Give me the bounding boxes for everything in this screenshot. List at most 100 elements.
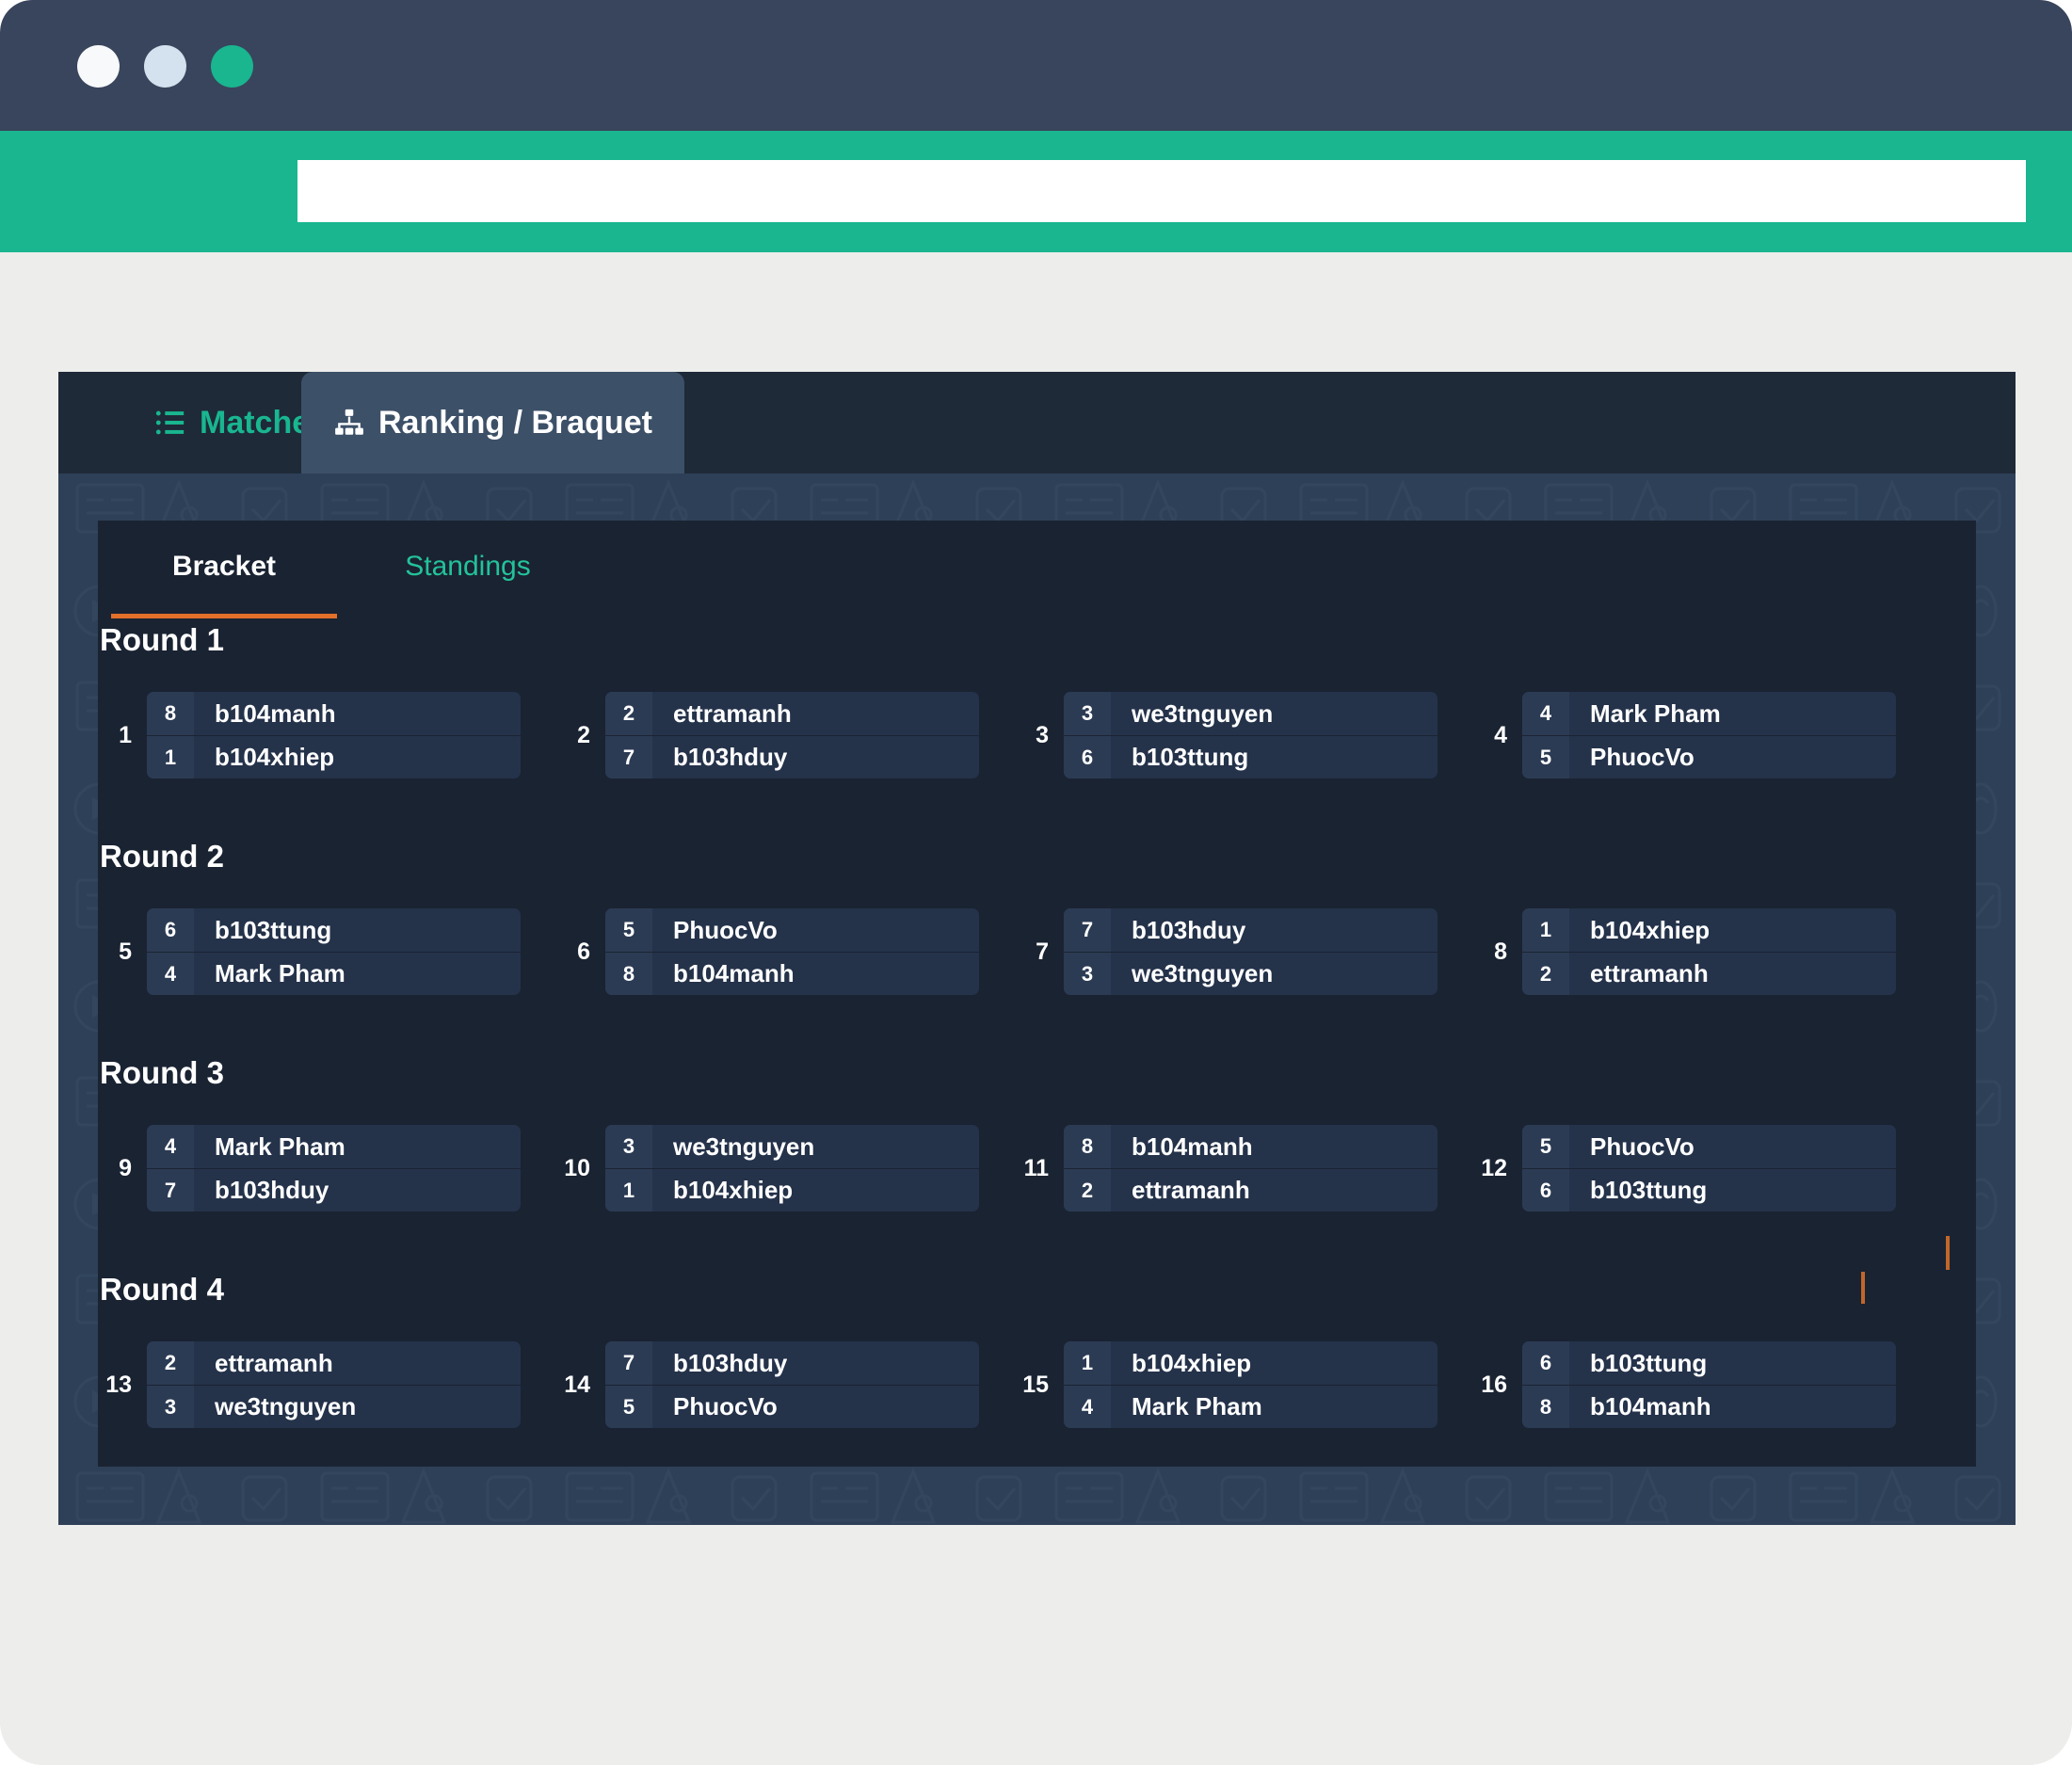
match-slot[interactable]: 8 b104manh bbox=[605, 952, 979, 995]
match-slot[interactable]: 1 b104xhiep bbox=[147, 735, 521, 778]
match-card[interactable]: 4 Mark Pham 5 PhuocVo bbox=[1522, 692, 1896, 778]
match-card[interactable]: 1 b104xhiep 2 ettramanh bbox=[1522, 908, 1896, 995]
connector-stub-lower bbox=[1861, 1272, 1865, 1304]
match-slot[interactable]: 4 Mark Pham bbox=[147, 952, 521, 995]
slot-seed: 5 bbox=[605, 908, 652, 952]
match-slot[interactable]: 8 b104manh bbox=[147, 692, 521, 735]
match[interactable]: 14 7 b103hduy 5 PhuocVo bbox=[556, 1336, 1015, 1434]
match[interactable]: 13 2 ettramanh 3 we3tnguyen bbox=[98, 1336, 556, 1434]
match[interactable]: 1 8 b104manh 1 b104xhiep bbox=[98, 686, 556, 784]
subtab-standings[interactable]: Standings bbox=[350, 521, 586, 613]
tab-ranking-braquet[interactable]: Ranking / Braquet bbox=[301, 372, 684, 473]
match-slot[interactable]: 6 b103ttung bbox=[1064, 735, 1438, 778]
slot-seed: 7 bbox=[605, 736, 652, 778]
match[interactable]: 16 6 b103ttung 8 b104manh bbox=[1473, 1336, 1932, 1434]
match-slot[interactable]: 7 b103hduy bbox=[147, 1168, 521, 1211]
slot-player-name: b103ttung bbox=[1132, 743, 1249, 771]
match-card[interactable]: 5 PhuocVo 8 b104manh bbox=[605, 908, 979, 995]
slot-player-name: b104manh bbox=[1590, 1392, 1711, 1420]
match[interactable]: 5 6 b103ttung 4 Mark Pham bbox=[98, 903, 556, 1001]
slot-seed: 5 bbox=[1522, 1125, 1569, 1168]
match-slot[interactable]: 2 ettramanh bbox=[1064, 1168, 1438, 1211]
match[interactable]: 9 4 Mark Pham 7 b103hduy bbox=[98, 1119, 556, 1217]
rounds-container: Round 1 1 8 b104manh 1 b104xhiep 2 2 ettramanh 7 b… bbox=[98, 622, 1976, 1467]
match-card[interactable]: 8 b104manh 2 ettramanh bbox=[1064, 1125, 1438, 1211]
slot-player-name: PhuocVo bbox=[1590, 1131, 1695, 1161]
match[interactable]: 10 3 we3tnguyen 1 b104xhiep bbox=[556, 1119, 1015, 1217]
match-number: 9 bbox=[119, 1154, 132, 1181]
match-slot[interactable]: 6 b103ttung bbox=[147, 908, 521, 952]
match-slot[interactable]: 1 b104xhiep bbox=[1064, 1341, 1438, 1385]
match-card[interactable]: 5 PhuocVo 6 b103ttung bbox=[1522, 1125, 1896, 1211]
slot-seed: 3 bbox=[605, 1125, 652, 1168]
match-card[interactable]: 7 b103hduy 3 we3tnguyen bbox=[1064, 908, 1438, 995]
match-slot[interactable]: 2 ettramanh bbox=[1522, 952, 1896, 995]
match-slot[interactable]: 2 ettramanh bbox=[147, 1341, 521, 1385]
match[interactable]: 6 5 PhuocVo 8 b104manh bbox=[556, 903, 1015, 1001]
slot-player-name: b103ttung bbox=[1590, 1348, 1708, 1377]
subtab-bracket[interactable]: Bracket bbox=[98, 521, 350, 618]
slot-player-name: b103ttung bbox=[215, 915, 332, 944]
match-slot[interactable]: 7 b103hduy bbox=[605, 735, 979, 778]
match-slot[interactable]: 4 Mark Pham bbox=[1064, 1385, 1438, 1428]
match-slot[interactable]: 7 b103hduy bbox=[1064, 908, 1438, 952]
match[interactable]: 8 1 b104xhiep 2 ettramanh bbox=[1473, 903, 1932, 1001]
slot-seed: 7 bbox=[605, 1341, 652, 1385]
slot-player-name: b104manh bbox=[215, 698, 336, 728]
match-slot[interactable]: 5 PhuocVo bbox=[605, 908, 979, 952]
match-slot[interactable]: 7 b103hduy bbox=[605, 1341, 979, 1385]
match[interactable]: 15 1 b104xhiep 4 Mark Pham bbox=[1015, 1336, 1473, 1434]
match-slot[interactable]: 3 we3tnguyen bbox=[147, 1385, 521, 1428]
slot-seed: 1 bbox=[147, 736, 194, 778]
slot-seed: 2 bbox=[605, 692, 652, 735]
match-slot[interactable]: 5 PhuocVo bbox=[1522, 735, 1896, 778]
match-slot[interactable]: 1 b104xhiep bbox=[1522, 908, 1896, 952]
window-dot-green[interactable] bbox=[211, 45, 253, 88]
slot-player-name: ettramanh bbox=[215, 1348, 333, 1377]
match-slot[interactable]: 3 we3tnguyen bbox=[1064, 952, 1438, 995]
sitemap-icon bbox=[333, 407, 365, 439]
match-card[interactable]: 3 we3tnguyen 6 b103ttung bbox=[1064, 692, 1438, 778]
match-slot[interactable]: 2 ettramanh bbox=[605, 692, 979, 735]
main-tabbar: Matches Ranking / Braquet bbox=[58, 372, 2016, 473]
match-card[interactable]: 6 b103ttung 4 Mark Pham bbox=[147, 908, 521, 995]
slot-seed: 2 bbox=[1064, 1169, 1111, 1211]
slot-player-name: we3tnguyen bbox=[1132, 698, 1274, 728]
slot-player-name: Mark Pham bbox=[1132, 1392, 1262, 1420]
round-matches-row: 9 4 Mark Pham 7 b103hduy 10 3 we3tnguyen 1 b104xh… bbox=[98, 1119, 1976, 1217]
match-slot[interactable]: 8 b104manh bbox=[1522, 1385, 1896, 1428]
slot-seed: 3 bbox=[1064, 953, 1111, 995]
match[interactable]: 2 2 ettramanh 7 b103hduy bbox=[556, 686, 1015, 784]
match-slot[interactable]: 5 PhuocVo bbox=[1522, 1125, 1896, 1168]
match-card[interactable]: 4 Mark Pham 7 b103hduy bbox=[147, 1125, 521, 1211]
match[interactable]: 3 3 we3tnguyen 6 b103ttung bbox=[1015, 686, 1473, 784]
bracket-subtabs: Bracket Standings bbox=[98, 521, 586, 618]
match-slot[interactable]: 4 Mark Pham bbox=[147, 1125, 521, 1168]
match-slot[interactable]: 4 Mark Pham bbox=[1522, 692, 1896, 735]
match-card[interactable]: 3 we3tnguyen 1 b104xhiep bbox=[605, 1125, 979, 1211]
match-card[interactable]: 2 ettramanh 7 b103hduy bbox=[605, 692, 979, 778]
match-slot[interactable]: 5 PhuocVo bbox=[605, 1385, 979, 1428]
slot-seed: 6 bbox=[147, 908, 194, 952]
match-slot[interactable]: 6 b103ttung bbox=[1522, 1168, 1896, 1211]
match-slot[interactable]: 8 b104manh bbox=[1064, 1125, 1438, 1168]
match-slot[interactable]: 1 b104xhiep bbox=[605, 1168, 979, 1211]
address-input[interactable] bbox=[297, 160, 2026, 222]
match-number: 12 bbox=[1481, 1154, 1507, 1181]
match-slot[interactable]: 3 we3tnguyen bbox=[605, 1125, 979, 1168]
match-number: 14 bbox=[564, 1371, 590, 1398]
match-slot[interactable]: 3 we3tnguyen bbox=[1064, 692, 1438, 735]
match[interactable]: 12 5 PhuocVo 6 b103ttung bbox=[1473, 1119, 1932, 1217]
match-card[interactable]: 2 ettramanh 3 we3tnguyen bbox=[147, 1341, 521, 1428]
window-dot-white[interactable] bbox=[77, 45, 120, 88]
slot-seed: 6 bbox=[1522, 1169, 1569, 1211]
match-card[interactable]: 8 b104manh 1 b104xhiep bbox=[147, 692, 521, 778]
match[interactable]: 7 7 b103hduy 3 we3tnguyen bbox=[1015, 903, 1473, 1001]
match[interactable]: 11 8 b104manh 2 ettramanh bbox=[1015, 1119, 1473, 1217]
match-slot[interactable]: 6 b103ttung bbox=[1522, 1341, 1896, 1385]
match-card[interactable]: 6 b103ttung 8 b104manh bbox=[1522, 1341, 1896, 1428]
match[interactable]: 4 4 Mark Pham 5 PhuocVo bbox=[1473, 686, 1932, 784]
window-dot-blue[interactable] bbox=[144, 45, 186, 88]
match-card[interactable]: 7 b103hduy 5 PhuocVo bbox=[605, 1341, 979, 1428]
match-card[interactable]: 1 b104xhiep 4 Mark Pham bbox=[1064, 1341, 1438, 1428]
